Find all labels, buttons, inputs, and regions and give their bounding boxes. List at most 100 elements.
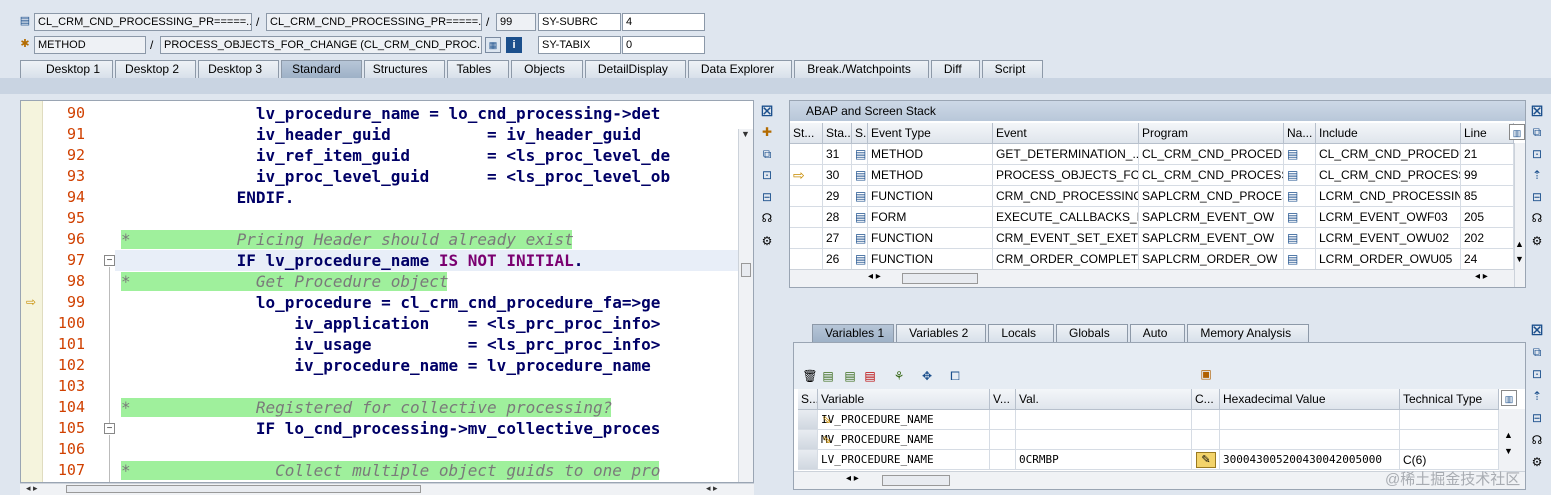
var-h-thumb[interactable]: [882, 475, 950, 486]
stack-cell[interactable]: 205: [1461, 207, 1514, 228]
tab-objects[interactable]: Objects: [511, 60, 583, 78]
save-variable-icon[interactable]: ▤: [842, 368, 858, 384]
stack-cell[interactable]: 85: [1461, 186, 1514, 207]
stack-layout-icon[interactable]: ⊟: [1529, 189, 1545, 205]
stack-cell[interactable]: 29: [823, 186, 852, 207]
row-selector[interactable]: [798, 430, 818, 450]
code-line[interactable]: lv_procedure_name = lo_cnd_processing->d…: [121, 103, 661, 124]
variable-cell[interactable]: 0CRMBP: [1016, 450, 1192, 470]
stack-swap-icon[interactable]: ⧉: [1529, 124, 1545, 140]
stack-column-header[interactable]: S...: [852, 123, 868, 144]
fold-toggle-icon[interactable]: −: [104, 255, 115, 266]
stack-cell[interactable]: 28: [823, 207, 852, 228]
tree-icon[interactable]: ⚘: [891, 368, 907, 384]
code-line[interactable]: * Collect multiple object guids to one p…: [121, 460, 660, 481]
program-field[interactable]: CL_CRM_CND_PROCESSING_PR=====...: [34, 13, 252, 31]
save-icon[interactable]: ▣: [1198, 366, 1214, 382]
stack-cell[interactable]: CL_CRM_CND_PROCEDU...: [1316, 144, 1461, 165]
variable-cell[interactable]: [1016, 410, 1192, 430]
services-icon[interactable]: ☊: [759, 210, 775, 226]
navigate-source-icon[interactable]: ▤: [1284, 165, 1316, 186]
h-scroll-thumb[interactable]: [66, 485, 421, 493]
event-type-icon[interactable]: ▤: [852, 207, 868, 228]
stack-cell[interactable]: METHOD: [868, 144, 993, 165]
variable-cell[interactable]: LV_PROCEDURE_NAME: [818, 450, 990, 470]
navigate-source-icon[interactable]: ▤: [1284, 228, 1316, 249]
stack-cell[interactable]: FUNCTION: [868, 249, 993, 270]
delete-icon[interactable]: 🗑: [802, 368, 818, 384]
stack-cell[interactable]: CL_CRM_CND_PROCEDU...: [1139, 144, 1284, 165]
event-type-field[interactable]: METHOD: [34, 36, 146, 54]
stack-cell[interactable]: METHOD: [868, 165, 993, 186]
stack-cell[interactable]: GET_DETERMINATION_...: [993, 144, 1139, 165]
event-type-icon[interactable]: ▤: [852, 186, 868, 207]
editor-vscroll[interactable]: [738, 129, 753, 482]
navigate-source-icon[interactable]: ▤: [1284, 144, 1316, 165]
insert-icon[interactable]: ▤: [862, 368, 878, 384]
stack-cell[interactable]: PROCESS_OBJECTS_FOR...: [993, 165, 1139, 186]
sysval2-field[interactable]: 0: [622, 36, 705, 54]
tool-settings-icon[interactable]: ⚙: [759, 233, 775, 249]
variable-cell[interactable]: 300043005200430042005000: [1220, 450, 1400, 470]
var-up-icon[interactable]: ⇡: [1529, 388, 1545, 404]
variable-cell[interactable]: MV_PROCEDURE_NAME: [818, 430, 990, 450]
stack-cell[interactable]: FORM: [868, 207, 993, 228]
row-selector[interactable]: [798, 450, 818, 470]
var-services-icon[interactable]: ☊: [1529, 432, 1545, 448]
stack-cell[interactable]: SAPLCRM_CND_PROCES...: [1139, 186, 1284, 207]
change-icon[interactable]: ▤: [820, 368, 836, 384]
stack-column-header[interactable]: Program: [1139, 123, 1284, 144]
info-icon[interactable]: i: [506, 37, 522, 53]
fold-toggle-icon[interactable]: −: [104, 423, 115, 434]
tab-script[interactable]: Script: [981, 60, 1044, 78]
stack-hscroll[interactable]: [790, 269, 1514, 287]
stack-cell[interactable]: LCRM_ORDER_OWU05: [1316, 249, 1461, 270]
code-line[interactable]: * Pricing Header should already exist: [121, 229, 574, 250]
stack-cell[interactable]: 202: [1461, 228, 1514, 249]
tab-globals[interactable]: Globals: [1056, 324, 1128, 342]
code-line[interactable]: ENDIF.: [121, 187, 295, 208]
variable-cell[interactable]: [990, 430, 1016, 450]
stack-settings-icon[interactable]: ⚙: [1529, 233, 1545, 249]
stack-cell[interactable]: 30: [823, 165, 852, 186]
stack-cell[interactable]: 24: [1461, 249, 1514, 270]
stack-cell[interactable]: CL_CRM_CND_PROCESSI...: [1316, 165, 1461, 186]
tab-auto[interactable]: Auto: [1129, 324, 1186, 342]
tab-locals[interactable]: Locals: [988, 324, 1054, 342]
variable-cell[interactable]: [1192, 430, 1220, 450]
code-line[interactable]: IF lo_cnd_processing->mv_collective_proc…: [121, 418, 661, 439]
navigate-icon[interactable]: ▦: [485, 37, 501, 53]
variable-cell[interactable]: [1220, 410, 1400, 430]
code-line[interactable]: iv_procedure_name = lv_procedure_name: [121, 355, 650, 376]
stack-cell[interactable]: SAPLCRM_ORDER_OW: [1139, 249, 1284, 270]
tab-detaildisplay[interactable]: DetailDisplay: [584, 60, 686, 78]
stack-column-header[interactable]: Event: [993, 123, 1139, 144]
tab-standard[interactable]: Standard: [281, 60, 362, 78]
stack-cell[interactable]: FUNCTION: [868, 228, 993, 249]
stack-column-header[interactable]: Line: [1461, 123, 1514, 144]
navigate-source-icon[interactable]: ▤: [1284, 249, 1316, 270]
navigate-arrows-icon[interactable]: ✥: [919, 368, 935, 384]
stack-scroll-down-icon[interactable]: ▼: [1515, 254, 1524, 264]
code-line[interactable]: iv_header_guid = iv_header_guid: [121, 124, 641, 145]
tab-structures[interactable]: Structures: [363, 60, 446, 78]
stack-cell[interactable]: [790, 249, 823, 270]
stack-services-icon[interactable]: ☊: [1529, 210, 1545, 226]
var-scroll-down-icon[interactable]: ▼: [1504, 446, 1513, 456]
scroll-right-icon[interactable]: ◂ ▸: [706, 483, 718, 494]
stack-scroll-up-icon[interactable]: ▲: [1515, 239, 1524, 249]
stack-cell[interactable]: [790, 144, 823, 165]
code-line[interactable]: * Get Procedure object: [121, 271, 449, 292]
scroll-thumb[interactable]: [741, 263, 751, 277]
stack-cell[interactable]: [790, 186, 823, 207]
variable-cell[interactable]: [1220, 430, 1400, 450]
stack-cell[interactable]: ⇨: [790, 165, 823, 186]
line-field[interactable]: 99: [496, 13, 536, 31]
stack-cell[interactable]: 31: [823, 144, 852, 165]
stack-up-icon[interactable]: ⇡: [1529, 167, 1545, 183]
code-line[interactable]: iv_ref_item_guid = <ls_proc_level_de: [121, 145, 670, 166]
variable-cell[interactable]: [1192, 410, 1220, 430]
code-line[interactable]: lo_procedure = cl_crm_cnd_procedure_fa=>…: [121, 292, 661, 313]
event-type-icon[interactable]: ▤: [852, 165, 868, 186]
var-scroll-lr-icon[interactable]: ◂ ▸: [846, 473, 859, 484]
